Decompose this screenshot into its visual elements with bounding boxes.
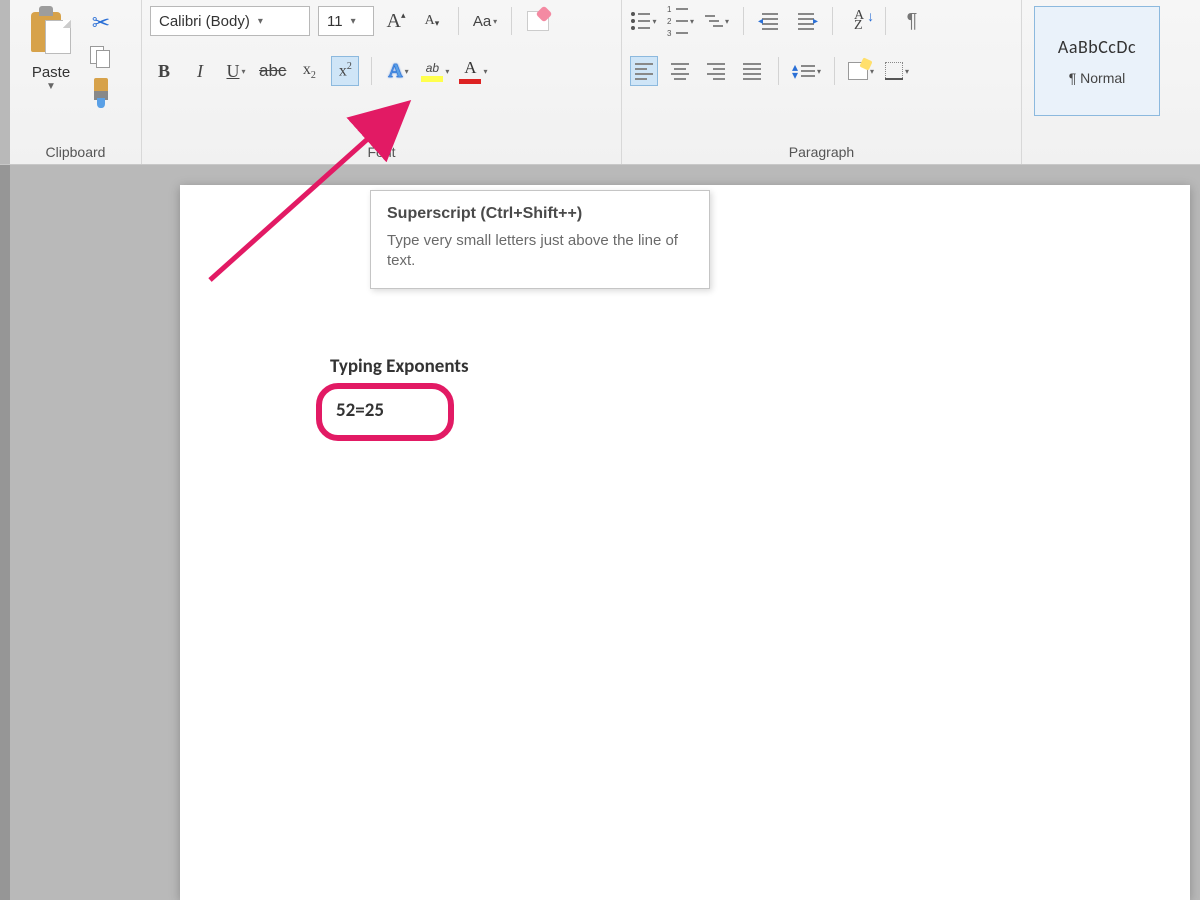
styles-label-spacer	[1034, 146, 1160, 164]
font-name-value: Calibri (Body)	[159, 13, 250, 30]
clipboard-group-label: Clipboard	[18, 144, 133, 164]
style-normal-tile[interactable]: AaBbCcDc ¶ Normal	[1034, 6, 1160, 116]
shading-button[interactable]: ▾	[847, 56, 875, 86]
justify-button[interactable]	[738, 56, 766, 86]
document-page[interactable]: Typing Exponents 52=25	[180, 185, 1190, 900]
line-spacing-button[interactable]: ▴▾ ▾	[791, 56, 822, 86]
dropdown-icon: ▾	[652, 17, 656, 26]
align-center-icon	[671, 63, 689, 80]
align-left-button[interactable]	[630, 56, 658, 86]
font-group: Calibri (Body) ▾ 11 ▾ A▴ A▾ Aa▾ B I U▾ a…	[142, 0, 622, 164]
numbering-icon: 1 2 3	[667, 5, 688, 38]
tooltip-body: Type very small letters just above the l…	[387, 231, 693, 272]
dropdown-icon: ▾	[690, 17, 694, 26]
sort-icon: A Z	[854, 11, 864, 31]
annotation-highlight	[316, 383, 454, 441]
dropdown-icon: ▾	[870, 67, 874, 76]
grow-font-button[interactable]: A▴	[382, 6, 410, 36]
dropdown-icon: ▾	[405, 67, 409, 76]
highlight-color-button[interactable]: ab ▾	[420, 56, 450, 86]
dropdown-icon: ▾	[351, 16, 356, 27]
dropdown-icon: ▾	[258, 16, 263, 27]
align-left-icon	[635, 63, 653, 80]
clipboard-group: Paste ▼ ✂ Clipboard	[10, 0, 142, 164]
dropdown-icon: ▾	[817, 67, 821, 76]
ribbon: Paste ▼ ✂ Clipboard Calibri (Body) ▾	[0, 0, 1200, 165]
pilcrow-icon: ¶	[907, 10, 918, 33]
strikethrough-button[interactable]: abc	[258, 56, 287, 86]
shrink-font-button[interactable]: A▾	[418, 6, 446, 36]
show-hide-button[interactable]: ¶	[898, 6, 926, 36]
italic-button[interactable]: I	[186, 56, 214, 86]
separator	[458, 7, 459, 35]
multilevel-list-icon	[705, 15, 723, 27]
align-right-icon	[707, 63, 725, 80]
font-group-label: Font	[150, 144, 613, 164]
dropdown-icon: ▾	[725, 17, 729, 26]
paste-dropdown-icon[interactable]: ▼	[18, 81, 84, 92]
style-name: ¶ Normal	[1069, 70, 1126, 86]
document-heading: Typing Exponents	[330, 355, 469, 378]
separator	[834, 57, 835, 85]
font-size-combo[interactable]: 11 ▾	[318, 6, 374, 36]
borders-button[interactable]: ▾	[883, 56, 911, 86]
left-strip	[0, 165, 10, 900]
dropdown-icon: ▾	[445, 67, 449, 76]
subscript-button[interactable]: x2	[295, 56, 323, 86]
copy-icon[interactable]	[90, 46, 112, 68]
dropdown-icon: ▾	[905, 67, 909, 76]
paragraph-group-label: Paragraph	[630, 144, 1013, 164]
dropdown-icon: ▾	[241, 67, 245, 76]
text-effects-button[interactable]: A▾	[384, 56, 412, 86]
clear-formatting-button[interactable]	[524, 6, 552, 36]
tooltip-title: Superscript (Ctrl+Shift++)	[387, 205, 693, 223]
paragraph-group: ▾ 1 2 3 ▾ ▾	[622, 0, 1022, 164]
separator	[885, 7, 886, 35]
font-name-combo[interactable]: Calibri (Body) ▾	[150, 6, 310, 36]
highlight-swatch	[421, 76, 443, 82]
cut-icon[interactable]: ✂	[92, 10, 110, 36]
superscript-button[interactable]: x2	[331, 56, 359, 86]
shading-icon	[848, 62, 868, 80]
numbering-button[interactable]: 1 2 3 ▾	[666, 6, 695, 36]
decrease-indent-icon: ◂	[762, 13, 778, 30]
dropdown-icon: ▾	[493, 17, 497, 26]
separator	[832, 7, 833, 35]
superscript-tooltip: Superscript (Ctrl+Shift++) Type very sma…	[370, 190, 710, 289]
align-right-button[interactable]	[702, 56, 730, 86]
multilevel-list-button[interactable]: ▾	[703, 6, 731, 36]
font-size-value: 11	[327, 13, 343, 30]
align-center-button[interactable]	[666, 56, 694, 86]
font-color-button[interactable]: A ▾	[458, 56, 488, 86]
sort-button[interactable]: A Z	[845, 6, 873, 36]
dropdown-icon: ▾	[483, 67, 487, 76]
font-color-swatch	[459, 79, 481, 84]
paste-label: Paste	[18, 64, 84, 81]
change-case-button[interactable]: Aa▾	[471, 6, 499, 36]
style-preview: AaBbCcDc	[1058, 36, 1136, 58]
increase-indent-button[interactable]: ▸	[792, 6, 820, 36]
format-painter-icon[interactable]	[94, 78, 108, 106]
eraser-icon	[527, 11, 549, 31]
justify-icon	[743, 63, 761, 80]
separator	[743, 7, 744, 35]
line-spacing-icon: ▴▾	[792, 63, 815, 79]
styles-group: AaBbCcDc ¶ Normal	[1022, 0, 1166, 164]
underline-button[interactable]: U▾	[222, 56, 250, 86]
increase-indent-icon: ▸	[798, 13, 814, 30]
paste-button[interactable]: Paste ▼	[18, 6, 84, 92]
separator	[371, 57, 372, 85]
borders-icon	[885, 62, 903, 80]
bullets-icon	[631, 12, 650, 30]
bullets-button[interactable]: ▾	[630, 6, 658, 36]
left-strip	[0, 0, 10, 164]
separator	[511, 7, 512, 35]
bold-button[interactable]: B	[150, 56, 178, 86]
decrease-indent-button[interactable]: ◂	[756, 6, 784, 36]
paste-icon	[27, 6, 75, 60]
separator	[778, 57, 779, 85]
